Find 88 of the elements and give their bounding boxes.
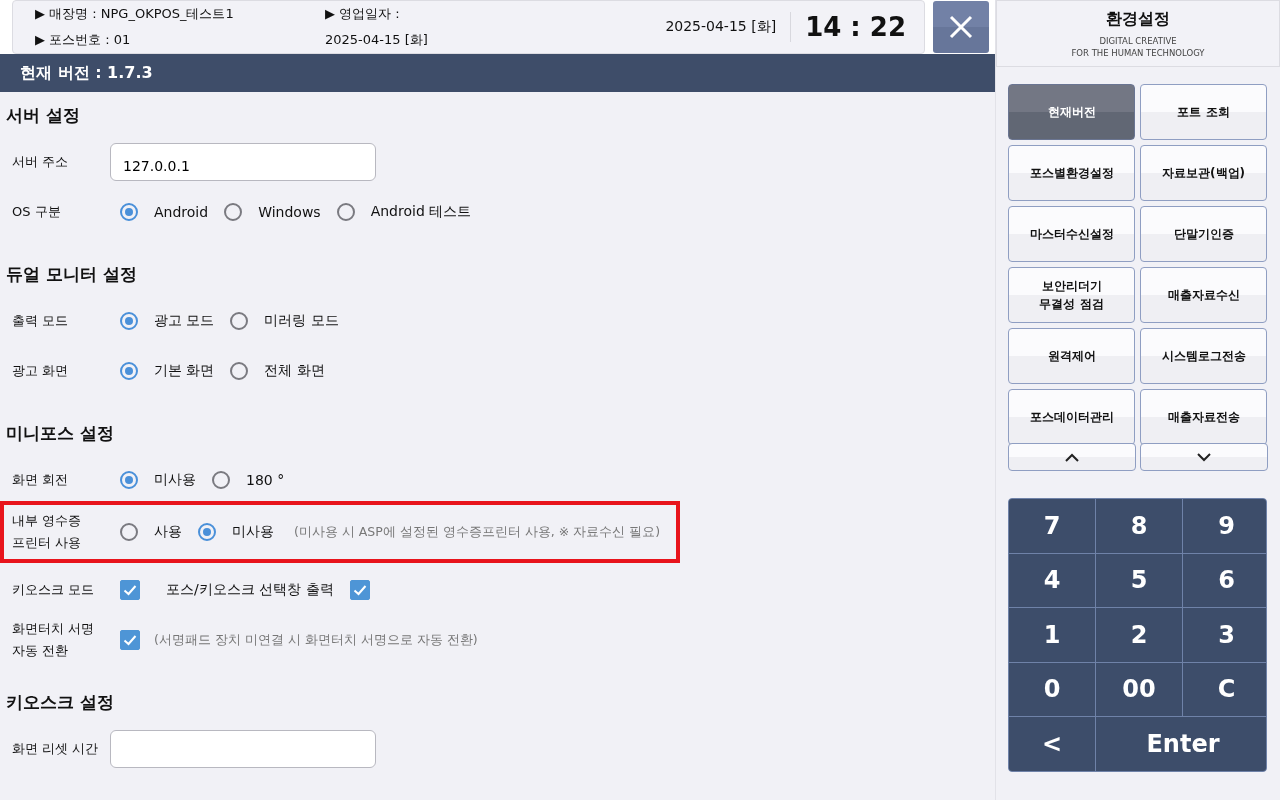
menu-button[interactable]: 원격제어 — [1008, 328, 1135, 384]
setting-label: 출력 모드 — [12, 312, 70, 330]
menu-button[interactable]: 시스템로그전송 — [1140, 328, 1267, 384]
close-icon — [949, 15, 973, 40]
setting-label: 화면 회전 — [12, 471, 70, 489]
panel-subtitle: DIGITAL CREATIVE — [1098, 35, 1178, 47]
section-title: 서버 설정 — [5, 104, 81, 127]
keypad-key[interactable]: Enter — [1096, 717, 1266, 771]
keypad-key[interactable]: 8 — [1096, 499, 1182, 553]
scroll-up-button[interactable] — [1008, 443, 1136, 471]
text-field[interactable]: 127.0.0.1 — [110, 143, 376, 181]
radio-button[interactable] — [336, 203, 355, 221]
checkbox[interactable] — [120, 630, 140, 650]
checkbox[interactable] — [349, 580, 370, 600]
menu-button[interactable]: 매출자료전송 — [1140, 389, 1267, 445]
date-text: 2025-04-15 [화] — [665, 18, 777, 37]
radio-button[interactable] — [224, 203, 243, 221]
setting-label: OS 구분 — [12, 203, 62, 221]
option-label: 180 ° — [246, 472, 285, 488]
setting-label: 서버 주소 — [12, 153, 70, 171]
setting-label: 화면터치 서명 자동 전환 — [12, 620, 96, 660]
radio-button[interactable] — [120, 203, 138, 221]
setting-label: 화면 리셋 시간 — [12, 740, 100, 758]
option-label: 미사용 — [154, 471, 196, 489]
clock-time: 14 : 22 — [805, 12, 907, 43]
option-label: 사용 — [154, 523, 182, 541]
keypad-key[interactable]: < — [1009, 717, 1095, 771]
radio-button[interactable] — [230, 362, 249, 380]
option-label: Android 테스트 — [370, 203, 472, 221]
section-title: 키오스크 설정 — [5, 691, 115, 714]
section-title: 미니포스 설정 — [5, 422, 115, 445]
keypad-key[interactable]: 7 — [1009, 499, 1095, 553]
radio-button[interactable] — [120, 362, 138, 380]
keypad-key[interactable]: 2 — [1096, 608, 1182, 662]
keypad-key[interactable]: 9 — [1183, 499, 1266, 553]
keypad-key[interactable]: 1 — [1009, 608, 1095, 662]
scroll-down-button[interactable] — [1140, 443, 1268, 471]
setting-label: 광고 화면 — [12, 362, 70, 380]
info-text: ▶ 매장명 : NPG_OKPOS_테스트1 — [35, 5, 235, 24]
radio-button[interactable] — [230, 312, 249, 330]
hint-text: (서명패드 장치 미연결 시 화면터치 서명으로 자동 전환) — [154, 631, 478, 649]
option-label: Android — [154, 204, 209, 220]
close-button[interactable] — [933, 1, 989, 54]
menu-button[interactable]: 매출자료수신 — [1140, 267, 1267, 323]
chevron-up-icon — [1065, 452, 1079, 462]
setting-label: 내부 영수증 프린터 사용 — [12, 512, 83, 552]
menu-button[interactable]: 포스데이터관리 — [1008, 389, 1135, 445]
checkmark-icon — [352, 583, 367, 597]
option-label: 기본 화면 — [154, 362, 215, 380]
info-text: 2025-04-15 [화] — [325, 31, 428, 50]
option-label: 미사용 — [232, 523, 274, 541]
setting-label: 키오스크 모드 — [12, 581, 96, 599]
radio-button[interactable] — [120, 523, 138, 541]
menu-button[interactable]: 자료보관(백업) — [1140, 145, 1267, 201]
keypad-key[interactable]: 00 — [1096, 662, 1182, 716]
keypad-key[interactable]: C — [1183, 662, 1266, 716]
radio-button[interactable] — [212, 471, 230, 489]
checkmark-icon — [123, 633, 137, 647]
keypad-key[interactable]: 3 — [1183, 608, 1266, 662]
menu-button[interactable]: 단말기인증 — [1140, 206, 1267, 262]
checkmark-icon — [123, 583, 137, 597]
checkbox[interactable] — [120, 580, 140, 600]
radio-button[interactable] — [120, 312, 138, 330]
hint-text: (미사용 시 ASP에 설정된 영수증프린터 사용, ※ 자료수신 필요) — [294, 523, 660, 541]
option-label: 광고 모드 — [154, 312, 215, 330]
menu-button[interactable]: 보안리더기 무결성 점검 — [1008, 267, 1135, 323]
keypad-key[interactable]: 6 — [1183, 553, 1266, 607]
info-text: ▶ 영업일자 : — [325, 5, 401, 24]
option-label: 미러링 모드 — [264, 312, 339, 330]
version-bar: 현재 버전 : 1.7.3 — [0, 54, 995, 92]
menu-button[interactable]: 포스별환경설정 — [1008, 145, 1135, 201]
panel-subtitle: FOR THE HUMAN TECHNOLOGY — [1070, 47, 1206, 59]
radio-button[interactable] — [198, 523, 216, 541]
setting-label: 포스/키오스크 선택창 출력 — [166, 581, 334, 599]
section-title: 듀얼 모니터 설정 — [5, 263, 138, 286]
option-label: Windows — [258, 204, 321, 220]
keypad-key[interactable]: 5 — [1096, 553, 1182, 607]
menu-button[interactable]: 마스터수신설정 — [1008, 206, 1135, 262]
radio-button[interactable] — [120, 471, 138, 489]
panel-title: 환경설정 — [1105, 9, 1171, 30]
text-field[interactable] — [110, 730, 376, 768]
option-label: 전체 화면 — [264, 362, 325, 380]
info-text: ▶ 포스번호 : 01 — [35, 31, 132, 50]
keypad-key[interactable]: 0 — [1009, 662, 1095, 716]
menu-button[interactable]: 포트 조회 — [1140, 84, 1267, 140]
keypad-key[interactable]: 4 — [1009, 553, 1095, 607]
chevron-down-icon — [1197, 452, 1211, 462]
menu-button[interactable]: 현재버전 — [1008, 84, 1135, 140]
